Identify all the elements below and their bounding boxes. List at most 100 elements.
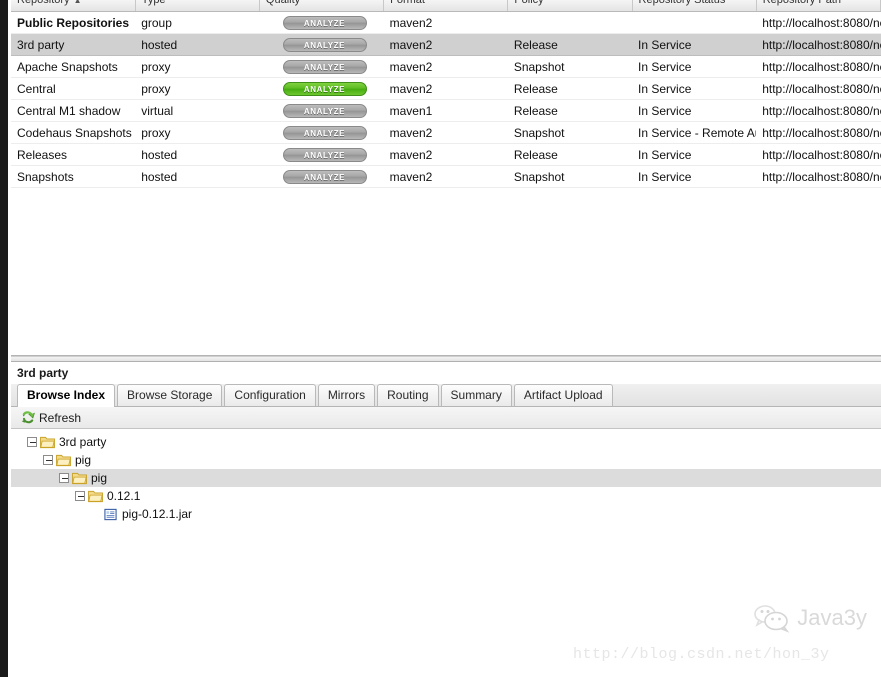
repository-path-link[interactable]: http://localhost:8080/nexus-2.6.2/cont [762,148,880,162]
tree-expander-placeholder [91,509,101,519]
repository-path-link[interactable]: http://localhost:8080/nexus-2.6.2/cont [762,82,880,96]
tab-browse-index[interactable]: Browse Index [17,384,116,407]
column-header-format-label: Format [390,0,425,6]
table-body: Public Repositories group ANALYZE maven2 htt… [11,11,881,188]
analyze-button[interactable]: ANALYZE [282,126,367,140]
tree-collapse-icon[interactable] [27,437,37,447]
cell-quality: ANALYZE [259,55,384,78]
tree-collapse-icon[interactable] [75,491,85,501]
column-header-format[interactable]: Format [383,0,509,12]
table-row[interactable]: Public Repositories group ANALYZE maven2 htt… [11,11,881,34]
cell-type: group [135,11,260,34]
column-header-quality[interactable]: Quality [259,0,385,12]
tree-node-folder[interactable]: pig [11,469,881,487]
tree-collapse-icon[interactable] [59,473,69,483]
tree-node-file[interactable]: pig-0.12.1.jar [11,505,881,523]
cell-policy: Release [507,77,633,100]
analyze-button[interactable]: ANALYZE [282,82,367,96]
column-header-repository-status[interactable]: Repository Status [632,0,757,12]
refresh-button[interactable]: Refresh [17,409,85,427]
cell-policy: Snapshot [507,55,633,78]
cell-repository-name: Central M1 shadow [11,99,136,122]
repository-path-link[interactable]: http://localhost:8080/nexus-2.6.2/cont [762,170,880,184]
tree-collapse-icon[interactable] [43,455,53,465]
tree-toolbar: Refresh [11,407,881,429]
cell-quality: ANALYZE [259,143,384,166]
tree-node-folder[interactable]: 3rd party [11,433,881,451]
column-header-type[interactable]: Type [135,0,260,12]
tab-browse-storage[interactable]: Browse Storage [117,384,223,406]
cell-policy: Snapshot [507,165,633,188]
cell-repository-path: http://localhost:8080/nexus-2.6.2/cont [756,165,881,188]
analyze-button[interactable]: ANALYZE [282,60,367,74]
table-row[interactable]: Central proxy ANALYZE maven2 Release In Servi… [11,77,881,100]
table-row[interactable]: Snapshots hosted ANALYZE maven2 Snapshot In S… [11,165,881,188]
tree-node-label: pig-0.12.1.jar [122,507,193,521]
cell-format: maven2 [383,165,508,188]
analyze-button[interactable]: ANALYZE [282,16,367,30]
column-header-repository[interactable]: Repository ▲ [11,0,136,12]
tree-node-folder[interactable]: 0.12.1 [11,487,881,505]
tree-node-icon [40,436,59,449]
cell-repository-name: Releases [11,143,136,166]
tree-node-label: 0.12.1 [107,489,141,503]
cell-repository-status: In Service [632,33,757,56]
repository-table: Repository▲ Type Quality Format Policy [11,0,881,188]
tree-node-label: pig [75,453,92,467]
cell-quality: ANALYZE [259,11,384,34]
tab-artifact-upload[interactable]: Artifact Upload [513,384,613,406]
repository-path-link[interactable]: http://localhost:8080/nexus-2.6.2/cont [762,16,880,30]
cell-quality: ANALYZE [259,33,384,56]
cell-policy: Snapshot [507,121,633,144]
repository-path-link[interactable]: http://localhost:8080/nexus-2.6.2/cont [762,126,880,140]
cell-format: maven2 [383,55,508,78]
tree-node-icon [56,454,75,467]
repository-path-link[interactable]: http://localhost:8080/nexus-2.6.2/cont [762,38,880,52]
repository-path-link[interactable]: http://localhost:8080/nexus-2.6.2/cont [762,60,880,74]
cell-format: maven2 [383,121,508,144]
column-header-repository-path[interactable]: Repository Path [756,0,881,12]
table-row[interactable]: Releases hosted ANALYZE maven2 Release In Ser… [11,143,881,166]
cell-policy [507,11,633,34]
folder-icon [40,436,55,448]
analyze-button[interactable]: ANALYZE [282,148,367,162]
cell-repository-status: In Service [632,77,757,100]
analyze-button[interactable]: ANALYZE [282,38,367,52]
cell-repository-name: Apache Snapshots [11,55,136,78]
cell-repository-status [632,11,757,34]
table-row[interactable]: 3rd party hosted ANALYZE maven2 Release In Se… [11,33,881,56]
cell-repository-status: In Service [632,165,757,188]
tab-routing[interactable]: Routing [377,384,439,406]
column-header-repository-label: Repository [17,0,70,6]
table-row[interactable]: Apache Snapshots proxy ANALYZE maven2 Snapsh… [11,55,881,78]
table-row[interactable]: Central M1 shadow virtual ANALYZE maven1 Rel… [11,99,881,122]
left-edge-gap [8,0,11,677]
column-header-policy[interactable]: Policy [507,0,633,12]
column-header-repository-status-label: Repository Status [638,0,726,6]
folder-icon [88,490,103,502]
analyze-button[interactable]: ANALYZE [282,104,367,118]
analyze-button[interactable]: ANALYZE [282,170,367,184]
cell-repository-path: http://localhost:8080/nexus-2.6.2/cont [756,55,881,78]
cell-repository-name: Snapshots [11,165,136,188]
detail-tab-bar: Browse Index Browse Storage Configuration M… [11,384,881,407]
repository-index-tree: 3rd party pig pig 0.12.1 pig-0.12.1.jar [11,429,881,523]
column-header-policy-label: Policy [514,0,544,6]
tab-mirrors[interactable]: Mirrors [317,384,376,406]
cell-type: hosted [135,143,260,166]
cell-quality: ANALYZE [259,165,384,188]
cell-format: maven1 [383,99,508,122]
tree-node-icon [72,472,91,485]
cell-quality: ANALYZE [259,121,384,144]
table-header: Repository▲ Type Quality Format Policy [11,0,881,12]
table-row[interactable]: Codehaus Snapshots proxy ANALYZE maven2 Snap… [11,121,881,144]
tree-node-label: 3rd party [59,435,107,449]
repository-path-link[interactable]: http://localhost:8080/nexus-2.6.2/cont [762,104,880,118]
tree-node-folder[interactable]: pig [11,451,881,469]
nexus-repository-manager: Repository▲ Type Quality Format Policy [0,0,881,677]
folder-icon [72,472,87,484]
tab-summary[interactable]: Summary [440,384,512,406]
tab-configuration[interactable]: Configuration [224,384,316,406]
cell-type: proxy [135,121,260,144]
cell-repository-name: Central [11,77,136,100]
